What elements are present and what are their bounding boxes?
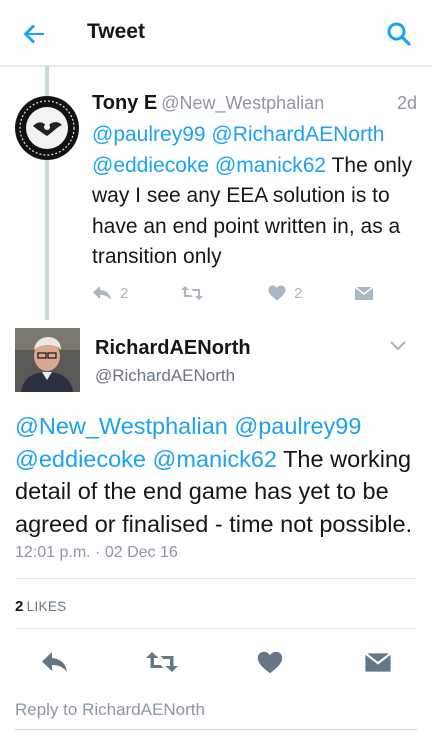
chevron-down-icon[interactable] xyxy=(388,338,408,354)
author-handle[interactable]: @New_Westphalian xyxy=(161,93,324,113)
parent-tweet-text: @paulrey99 @RichardAENorth @eddiecoke @m… xyxy=(92,120,422,273)
author-name[interactable]: RichardAENorth xyxy=(95,337,251,360)
avatar[interactable] xyxy=(15,328,80,392)
reply-input-underline xyxy=(15,729,417,730)
message-button[interactable] xyxy=(354,280,374,306)
tweet-time: 2d xyxy=(396,93,417,113)
mention-link[interactable]: @manick62 xyxy=(215,154,326,177)
search-icon[interactable] xyxy=(385,20,413,48)
avatar[interactable] xyxy=(15,96,79,160)
app-bar: Tweet xyxy=(0,0,432,66)
message-button[interactable] xyxy=(361,645,395,679)
mention-link[interactable]: @New_Westphalian xyxy=(15,413,228,439)
thread-line xyxy=(45,160,49,320)
thread-line xyxy=(45,66,49,96)
envelope-icon xyxy=(364,652,392,672)
main-tweet-actions xyxy=(0,645,432,679)
main-tweet-text: @New_Westphalian @paulrey99 @eddiecoke @… xyxy=(15,410,425,540)
mention-link[interactable]: @RichardAENorth xyxy=(211,123,384,146)
parent-tweet-actions: 2 2 xyxy=(92,280,392,306)
divider xyxy=(15,578,417,579)
like-count: 2 xyxy=(294,284,303,302)
author-handle[interactable]: @RichardAENorth xyxy=(95,366,235,386)
mention-link[interactable]: @paulrey99 xyxy=(234,413,361,439)
reply-input[interactable]: Reply to RichardAENorth xyxy=(15,700,417,720)
divider xyxy=(15,628,417,629)
like-button[interactable]: 2 xyxy=(268,280,302,306)
page-title: Tweet xyxy=(87,20,145,43)
mention-link[interactable]: @eddiecoke xyxy=(92,154,209,177)
retweet-button[interactable] xyxy=(180,280,204,306)
mention-link[interactable]: @eddiecoke xyxy=(15,446,146,472)
likes-summary[interactable]: 2 LIKES xyxy=(15,598,66,615)
retweet-icon xyxy=(181,286,203,300)
likes-label: LIKES xyxy=(26,599,67,614)
reply-icon xyxy=(93,286,111,300)
author-name[interactable]: Tony E xyxy=(92,92,157,114)
likes-count: 2 xyxy=(15,598,24,615)
reply-icon xyxy=(42,652,67,672)
heart-icon xyxy=(268,285,286,301)
mention-link[interactable]: @paulrey99 xyxy=(92,123,206,146)
retweet-icon xyxy=(146,652,178,672)
mention-link[interactable]: @manick62 xyxy=(153,446,277,472)
arrow-left-icon[interactable] xyxy=(20,20,48,48)
envelope-icon xyxy=(354,285,374,300)
reply-count: 2 xyxy=(120,284,129,302)
heart-icon xyxy=(257,651,283,673)
reply-button[interactable]: 2 xyxy=(92,280,128,306)
like-button[interactable] xyxy=(253,645,287,679)
reply-button[interactable] xyxy=(38,645,72,679)
tweet-timestamp[interactable]: 12:01 p.m. · 02 Dec 16 xyxy=(15,544,178,562)
retweet-button[interactable] xyxy=(145,645,179,679)
parent-tweet-header: Tony E @New_Westphalian 2d xyxy=(92,92,422,118)
